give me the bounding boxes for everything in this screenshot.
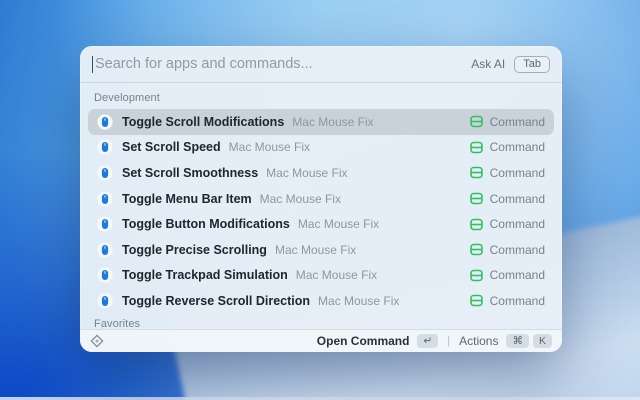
command-type-icon: [470, 218, 483, 231]
command-type-label: Command: [490, 243, 545, 257]
mac-mouse-fix-app-icon: [97, 114, 113, 130]
command-subtitle: Mac Mouse Fix: [229, 140, 470, 154]
command-accessory: Command: [470, 243, 545, 257]
command-accessory: Command: [470, 217, 545, 231]
command-type-label: Command: [490, 166, 545, 180]
command-row[interactable]: Set Scroll Speed Mac Mouse Fix Command: [88, 135, 554, 161]
command-type-label: Command: [490, 192, 545, 206]
command-type-label: Command: [490, 268, 545, 282]
command-subtitle: Mac Mouse Fix: [275, 243, 470, 257]
command-type-label: Command: [490, 140, 545, 154]
open-command-label[interactable]: Open Command: [317, 334, 410, 348]
command-row[interactable]: Toggle Menu Bar Item Mac Mouse Fix Comma…: [88, 186, 554, 212]
command-title: Toggle Scroll Modifications: [122, 115, 284, 129]
actions-label[interactable]: Actions: [459, 334, 498, 348]
mac-mouse-fix-app-icon: [97, 191, 113, 207]
command-type-icon: [470, 115, 483, 128]
command-title: Toggle Trackpad Simulation: [122, 268, 288, 282]
command-type-label: Command: [490, 217, 545, 231]
launcher-window: Ask AI Tab Development Toggle Scroll Mod…: [80, 46, 562, 352]
tab-key-badge[interactable]: Tab: [514, 56, 550, 73]
command-title: Toggle Reverse Scroll Direction: [122, 294, 310, 308]
command-type-icon: [470, 269, 483, 282]
command-accessory: Command: [470, 166, 545, 180]
command-row[interactable]: Toggle Button Modifications Mac Mouse Fi…: [88, 211, 554, 237]
command-subtitle: Mac Mouse Fix: [298, 217, 470, 231]
command-row[interactable]: Toggle Precise Scrolling Mac Mouse Fix C…: [88, 237, 554, 263]
command-accessory: Command: [470, 115, 545, 129]
cmd-key-badge: ⌘: [506, 334, 529, 348]
command-type-icon: [470, 294, 483, 307]
command-subtitle: Mac Mouse Fix: [292, 115, 469, 129]
command-title: Set Scroll Smoothness: [122, 166, 258, 180]
section-header: Development: [80, 88, 562, 109]
return-key-badge: ↵: [417, 334, 438, 348]
command-subtitle: Mac Mouse Fix: [266, 166, 469, 180]
footer-actions-area: Open Command ↵ | Actions ⌘ K: [317, 334, 552, 348]
command-type-icon: [470, 166, 483, 179]
command-title: Toggle Button Modifications: [122, 217, 290, 231]
command-title: Toggle Menu Bar Item: [122, 192, 252, 206]
raycast-logo-icon: [90, 334, 104, 348]
command-subtitle: Mac Mouse Fix: [318, 294, 470, 308]
command-type-label: Command: [490, 294, 545, 308]
mac-mouse-fix-app-icon: [97, 242, 113, 258]
k-key-badge: K: [533, 334, 552, 348]
footer-divider: |: [447, 335, 450, 347]
search-bar: Ask AI Tab: [80, 46, 562, 83]
command-row[interactable]: Set Scroll Smoothness Mac Mouse Fix Comm…: [88, 160, 554, 186]
actions-shortcut: ⌘ K: [506, 334, 552, 348]
footer-bar: Open Command ↵ | Actions ⌘ K: [80, 329, 562, 352]
command-type-icon: [470, 192, 483, 205]
mac-mouse-fix-app-icon: [97, 267, 113, 283]
section-header: Favorites: [80, 314, 562, 329]
mac-mouse-fix-app-icon: [97, 216, 113, 232]
text-caret: [92, 56, 93, 73]
command-subtitle: Mac Mouse Fix: [296, 268, 470, 282]
command-accessory: Command: [470, 268, 545, 282]
mac-mouse-fix-app-icon: [97, 139, 113, 155]
command-subtitle: Mac Mouse Fix: [260, 192, 470, 206]
command-row[interactable]: Toggle Scroll Modifications Mac Mouse Fi…: [88, 109, 554, 135]
command-title: Set Scroll Speed: [122, 140, 221, 154]
command-row[interactable]: Toggle Trackpad Simulation Mac Mouse Fix…: [88, 263, 554, 289]
command-accessory: Command: [470, 294, 545, 308]
command-type-icon: [470, 141, 483, 154]
command-type-label: Command: [490, 115, 545, 129]
mac-mouse-fix-app-icon: [97, 165, 113, 181]
command-accessory: Command: [470, 192, 545, 206]
command-accessory: Command: [470, 140, 545, 154]
command-type-icon: [470, 243, 483, 256]
mac-mouse-fix-app-icon: [97, 293, 113, 309]
command-title: Toggle Precise Scrolling: [122, 243, 267, 257]
command-list: Development Toggle Scroll Modifications …: [80, 84, 562, 329]
ask-ai-label[interactable]: Ask AI: [471, 57, 505, 71]
command-row[interactable]: Toggle Reverse Scroll Direction Mac Mous…: [88, 288, 554, 314]
search-input[interactable]: [95, 56, 471, 72]
